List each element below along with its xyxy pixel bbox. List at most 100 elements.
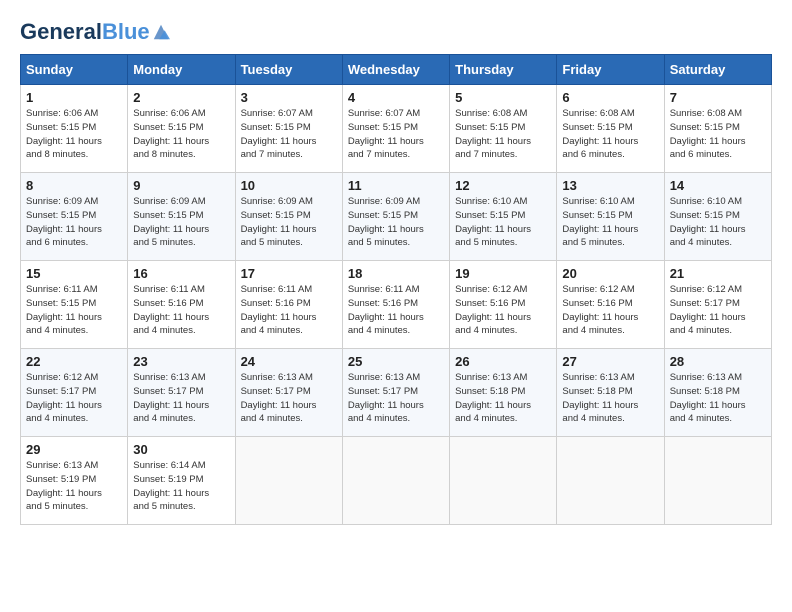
day-number: 20 xyxy=(562,266,658,281)
calendar-cell xyxy=(450,437,557,525)
day-detail: Sunrise: 6:13 AMSunset: 5:18 PMDaylight:… xyxy=(455,371,551,426)
day-detail: Sunrise: 6:10 AMSunset: 5:15 PMDaylight:… xyxy=(562,195,658,250)
calendar-cell: 14 Sunrise: 6:10 AMSunset: 5:15 PMDayligh… xyxy=(664,173,771,261)
calendar-cell: 19 Sunrise: 6:12 AMSunset: 5:16 PMDayligh… xyxy=(450,261,557,349)
calendar-cell: 16Sunrise: 6:11 AMSunset: 5:16 PMDayligh… xyxy=(128,261,235,349)
weekday-header-row: SundayMondayTuesdayWednesdayThursdayFrid… xyxy=(21,55,772,85)
calendar-cell: 8 Sunrise: 6:09 AMSunset: 5:15 PMDaylight… xyxy=(21,173,128,261)
day-number: 8 xyxy=(26,178,122,193)
day-detail: Sunrise: 6:09 AMSunset: 5:15 PMDaylight:… xyxy=(26,195,122,250)
day-number: 26 xyxy=(455,354,551,369)
day-number: 5 xyxy=(455,90,551,105)
calendar-cell: 22 Sunrise: 6:12 AMSunset: 5:17 PMDayligh… xyxy=(21,349,128,437)
calendar-cell: 29Sunrise: 6:13 AMSunset: 5:19 PMDayligh… xyxy=(21,437,128,525)
day-detail: Sunrise: 6:13 AMSunset: 5:18 PMDaylight:… xyxy=(562,371,658,426)
day-detail: Sunrise: 6:07 AMSunset: 5:15 PMDaylight:… xyxy=(241,107,337,162)
calendar-cell: 13 Sunrise: 6:10 AMSunset: 5:15 PMDayligh… xyxy=(557,173,664,261)
day-number: 7 xyxy=(670,90,766,105)
day-detail: Sunrise: 6:12 AMSunset: 5:16 PMDaylight:… xyxy=(455,283,551,338)
day-detail: Sunrise: 6:13 AMSunset: 5:17 PMDaylight:… xyxy=(133,371,229,426)
calendar-cell: 18 Sunrise: 6:11 AMSunset: 5:16 PMDayligh… xyxy=(342,261,449,349)
calendar-cell: 2 Sunrise: 6:06 AMSunset: 5:15 PMDaylight… xyxy=(128,85,235,173)
day-detail: Sunrise: 6:08 AMSunset: 5:15 PMDaylight:… xyxy=(562,107,658,162)
day-number: 13 xyxy=(562,178,658,193)
day-detail: Sunrise: 6:12 AMSunset: 5:17 PMDaylight:… xyxy=(26,371,122,426)
calendar-cell: 4 Sunrise: 6:07 AMSunset: 5:15 PMDaylight… xyxy=(342,85,449,173)
calendar-cell: 17 Sunrise: 6:11 AMSunset: 5:16 PMDayligh… xyxy=(235,261,342,349)
logo-icon xyxy=(152,23,170,41)
logo: GeneralBlue xyxy=(20,20,170,44)
day-detail: Sunrise: 6:07 AMSunset: 5:15 PMDaylight:… xyxy=(348,107,444,162)
day-detail: Sunrise: 6:11 AMSunset: 5:15 PMDaylight:… xyxy=(26,283,122,338)
day-number: 25 xyxy=(348,354,444,369)
calendar-cell: 11 Sunrise: 6:09 AMSunset: 5:15 PMDayligh… xyxy=(342,173,449,261)
day-number: 11 xyxy=(348,178,444,193)
day-detail: Sunrise: 6:13 AMSunset: 5:18 PMDaylight:… xyxy=(670,371,766,426)
calendar-cell: 6 Sunrise: 6:08 AMSunset: 5:15 PMDaylight… xyxy=(557,85,664,173)
weekday-header-cell: Tuesday xyxy=(235,55,342,85)
day-number: 6 xyxy=(562,90,658,105)
calendar-cell: 26 Sunrise: 6:13 AMSunset: 5:18 PMDayligh… xyxy=(450,349,557,437)
calendar-cell: 20 Sunrise: 6:12 AMSunset: 5:16 PMDayligh… xyxy=(557,261,664,349)
calendar-cell: 23 Sunrise: 6:13 AMSunset: 5:17 PMDayligh… xyxy=(128,349,235,437)
day-number: 24 xyxy=(241,354,337,369)
calendar-cell xyxy=(235,437,342,525)
calendar-week-row: 22 Sunrise: 6:12 AMSunset: 5:17 PMDayligh… xyxy=(21,349,772,437)
day-detail: Sunrise: 6:11 AMSunset: 5:16 PMDaylight:… xyxy=(133,283,229,338)
day-number: 1 xyxy=(26,90,122,105)
day-detail: Sunrise: 6:08 AMSunset: 5:15 PMDaylight:… xyxy=(455,107,551,162)
day-number: 23 xyxy=(133,354,229,369)
calendar-cell: 1 Sunrise: 6:06 AMSunset: 5:15 PMDaylight… xyxy=(21,85,128,173)
calendar-week-row: 15 Sunrise: 6:11 AMSunset: 5:15 PMDayligh… xyxy=(21,261,772,349)
calendar-cell: 12 Sunrise: 6:10 AMSunset: 5:15 PMDayligh… xyxy=(450,173,557,261)
weekday-header-cell: Thursday xyxy=(450,55,557,85)
calendar-week-row: 8 Sunrise: 6:09 AMSunset: 5:15 PMDaylight… xyxy=(21,173,772,261)
day-number: 9 xyxy=(133,178,229,193)
calendar-table: SundayMondayTuesdayWednesdayThursdayFrid… xyxy=(20,54,772,525)
day-number: 2 xyxy=(133,90,229,105)
day-number: 28 xyxy=(670,354,766,369)
header: GeneralBlue xyxy=(20,20,772,44)
day-detail: Sunrise: 6:06 AMSunset: 5:15 PMDaylight:… xyxy=(133,107,229,162)
day-number: 12 xyxy=(455,178,551,193)
day-detail: Sunrise: 6:10 AMSunset: 5:15 PMDaylight:… xyxy=(455,195,551,250)
day-detail: Sunrise: 6:09 AMSunset: 5:15 PMDaylight:… xyxy=(241,195,337,250)
calendar-cell: 15 Sunrise: 6:11 AMSunset: 5:15 PMDayligh… xyxy=(21,261,128,349)
day-detail: Sunrise: 6:12 AMSunset: 5:17 PMDaylight:… xyxy=(670,283,766,338)
day-number: 30 xyxy=(133,442,229,457)
day-number: 10 xyxy=(241,178,337,193)
day-detail: Sunrise: 6:08 AMSunset: 5:15 PMDaylight:… xyxy=(670,107,766,162)
day-detail: Sunrise: 6:14 AMSunset: 5:19 PMDaylight:… xyxy=(133,459,229,514)
day-number: 4 xyxy=(348,90,444,105)
day-detail: Sunrise: 6:09 AMSunset: 5:15 PMDaylight:… xyxy=(133,195,229,250)
calendar-week-row: 29Sunrise: 6:13 AMSunset: 5:19 PMDayligh… xyxy=(21,437,772,525)
calendar-body: 1 Sunrise: 6:06 AMSunset: 5:15 PMDaylight… xyxy=(21,85,772,525)
calendar-cell xyxy=(342,437,449,525)
day-number: 19 xyxy=(455,266,551,281)
calendar-cell xyxy=(557,437,664,525)
calendar-cell: 28 Sunrise: 6:13 AMSunset: 5:18 PMDayligh… xyxy=(664,349,771,437)
weekday-header-cell: Sunday xyxy=(21,55,128,85)
calendar-cell: 9 Sunrise: 6:09 AMSunset: 5:15 PMDaylight… xyxy=(128,173,235,261)
day-detail: Sunrise: 6:09 AMSunset: 5:15 PMDaylight:… xyxy=(348,195,444,250)
calendar-cell: 30 Sunrise: 6:14 AMSunset: 5:19 PMDayligh… xyxy=(128,437,235,525)
day-number: 29 xyxy=(26,442,122,457)
weekday-header-cell: Friday xyxy=(557,55,664,85)
weekday-header-cell: Wednesday xyxy=(342,55,449,85)
day-detail: Sunrise: 6:11 AMSunset: 5:16 PMDaylight:… xyxy=(348,283,444,338)
weekday-header-cell: Saturday xyxy=(664,55,771,85)
calendar-cell: 3Sunrise: 6:07 AMSunset: 5:15 PMDaylight… xyxy=(235,85,342,173)
day-detail: Sunrise: 6:12 AMSunset: 5:16 PMDaylight:… xyxy=(562,283,658,338)
calendar-cell: 25Sunrise: 6:13 AMSunset: 5:17 PMDayligh… xyxy=(342,349,449,437)
day-number: 18 xyxy=(348,266,444,281)
day-number: 15 xyxy=(26,266,122,281)
calendar-cell: 7 Sunrise: 6:08 AMSunset: 5:15 PMDaylight… xyxy=(664,85,771,173)
day-detail: Sunrise: 6:11 AMSunset: 5:16 PMDaylight:… xyxy=(241,283,337,338)
day-number: 14 xyxy=(670,178,766,193)
day-detail: Sunrise: 6:13 AMSunset: 5:17 PMDaylight:… xyxy=(241,371,337,426)
day-number: 22 xyxy=(26,354,122,369)
day-number: 17 xyxy=(241,266,337,281)
day-detail: Sunrise: 6:10 AMSunset: 5:15 PMDaylight:… xyxy=(670,195,766,250)
day-detail: Sunrise: 6:06 AMSunset: 5:15 PMDaylight:… xyxy=(26,107,122,162)
calendar-cell: 21Sunrise: 6:12 AMSunset: 5:17 PMDayligh… xyxy=(664,261,771,349)
